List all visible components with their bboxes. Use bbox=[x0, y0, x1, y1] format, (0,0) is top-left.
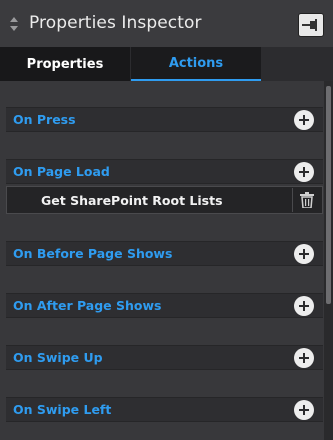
action-label: Get SharePoint Root Lists bbox=[41, 193, 223, 208]
delete-action-button[interactable] bbox=[292, 188, 322, 212]
actions-list: On Press On Page Load Get SharePoint Roo… bbox=[0, 81, 324, 440]
event-label: On Press bbox=[13, 112, 76, 127]
pin-icon bbox=[302, 19, 317, 31]
drag-handle-icon[interactable] bbox=[10, 17, 18, 31]
tab-actions[interactable]: Actions bbox=[131, 47, 261, 81]
event-row-on-press[interactable]: On Press bbox=[6, 107, 323, 132]
tab-bar: Properties Actions bbox=[0, 47, 333, 81]
event-label: On Page Load bbox=[13, 164, 110, 179]
event-row-on-page-load[interactable]: On Page Load bbox=[6, 159, 323, 184]
event-row-on-swipe-left[interactable]: On Swipe Left bbox=[6, 397, 323, 422]
tab-properties[interactable]: Properties bbox=[0, 47, 130, 81]
add-action-button[interactable] bbox=[294, 296, 314, 316]
action-item[interactable]: Get SharePoint Root Lists bbox=[6, 186, 323, 214]
scrollbar-thumb[interactable] bbox=[326, 86, 331, 304]
add-action-button[interactable] bbox=[294, 348, 314, 368]
panel-title: Properties Inspector bbox=[29, 13, 202, 33]
event-row-on-swipe-up[interactable]: On Swipe Up bbox=[6, 345, 323, 370]
add-action-button[interactable] bbox=[294, 400, 314, 420]
event-label: On After Page Shows bbox=[13, 298, 162, 313]
event-label: On Swipe Left bbox=[13, 402, 112, 417]
add-action-button[interactable] bbox=[294, 162, 314, 182]
event-row-on-after-page-shows[interactable]: On After Page Shows bbox=[6, 293, 323, 318]
event-row-on-before-page-shows[interactable]: On Before Page Shows bbox=[6, 241, 323, 266]
add-action-button[interactable] bbox=[294, 244, 314, 264]
event-label: On Swipe Up bbox=[13, 350, 103, 365]
pin-button[interactable] bbox=[299, 14, 323, 36]
trash-icon bbox=[300, 192, 314, 208]
panel-header: Properties Inspector bbox=[0, 0, 333, 48]
add-action-button[interactable] bbox=[294, 110, 314, 130]
event-label: On Before Page Shows bbox=[13, 246, 173, 261]
